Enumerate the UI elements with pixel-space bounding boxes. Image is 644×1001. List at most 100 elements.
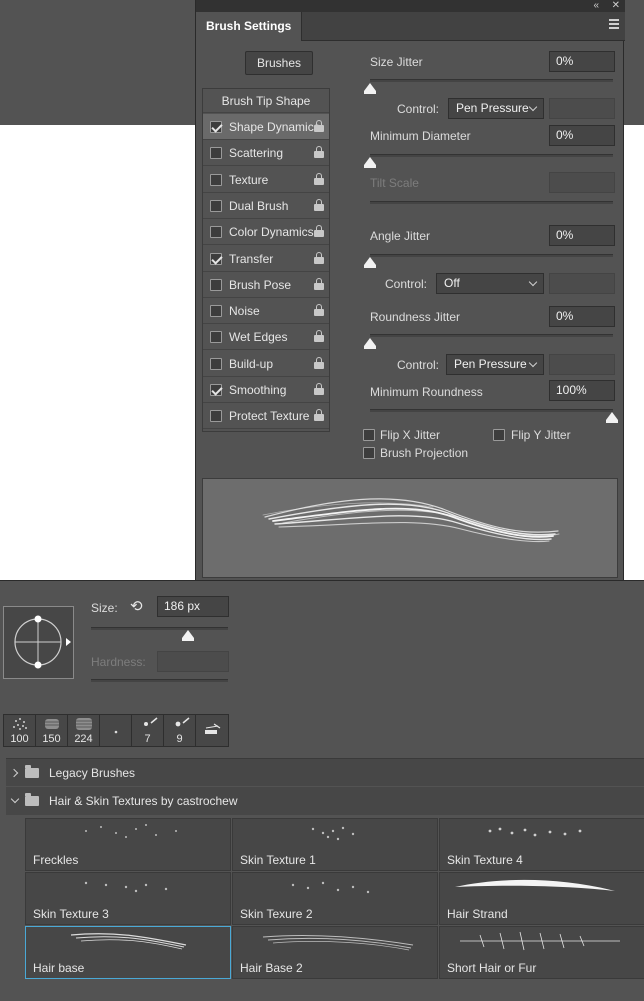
- lock-icon[interactable]: [314, 356, 324, 369]
- option-checkbox[interactable]: [210, 252, 222, 265]
- preset-brush[interactable]: 9: [164, 715, 196, 746]
- brush-option-texture[interactable]: Texture: [203, 167, 329, 193]
- brush-preset-name: Hair Strand: [447, 907, 508, 921]
- brush-tip-shape-item[interactable]: Brush Tip Shape: [203, 89, 329, 113]
- angle-control-select[interactable]: Off: [436, 273, 544, 294]
- lock-icon[interactable]: [314, 198, 324, 211]
- brush-option-brush-pose[interactable]: Brush Pose: [203, 272, 329, 298]
- angle-jitter-slider[interactable]: [370, 254, 613, 257]
- option-checkbox[interactable]: [210, 305, 222, 318]
- preset-size: 150: [42, 733, 61, 745]
- angle-jitter-slider-thumb[interactable]: [364, 257, 376, 268]
- lock-icon[interactable]: [314, 225, 324, 238]
- min-diameter-slider-thumb[interactable]: [364, 157, 376, 168]
- brush-preset-item[interactable]: Hair Base 2: [232, 926, 438, 979]
- close-icon[interactable]: ✕: [612, 0, 620, 12]
- round-brush-icon: [114, 730, 118, 734]
- preset-brush[interactable]: 100: [4, 715, 36, 746]
- preset-brush[interactable]: [100, 715, 132, 746]
- preset-brush[interactable]: 7: [132, 715, 164, 746]
- option-checkbox[interactable]: [210, 410, 222, 423]
- lock-icon[interactable]: [314, 251, 324, 264]
- option-label: Shape Dynamics: [229, 120, 320, 134]
- lock-icon[interactable]: [314, 172, 324, 185]
- preset-brush[interactable]: 224: [68, 715, 100, 746]
- brush-option-build-up[interactable]: Build-up: [203, 351, 329, 377]
- folder-open-icon: [25, 793, 39, 806]
- chevron-down-icon[interactable]: [10, 794, 20, 804]
- brush-option-transfer[interactable]: Transfer: [203, 246, 329, 272]
- size-field[interactable]: 186 px: [157, 596, 229, 617]
- roundness-jitter-slider-thumb[interactable]: [364, 338, 376, 349]
- brush-group-legacy[interactable]: Legacy Brushes: [6, 758, 644, 786]
- option-checkbox[interactable]: [210, 121, 222, 133]
- size-slider[interactable]: [91, 627, 228, 630]
- brush-settings-panel: « ✕ Brush Settings Brushes Brush Tip Sha…: [195, 0, 625, 580]
- size-jitter-slider[interactable]: [370, 79, 613, 82]
- collapse-icon[interactable]: «: [593, 0, 599, 12]
- tab-brush-settings[interactable]: Brush Settings: [196, 12, 303, 41]
- brush-option-shape-dynamics[interactable]: Shape Dynamics: [203, 114, 329, 140]
- chevron-right-icon[interactable]: [9, 768, 19, 778]
- lock-icon[interactable]: [314, 146, 324, 159]
- brush-preset-item[interactable]: Freckles: [25, 818, 231, 871]
- brush-preset-item[interactable]: Skin Texture 1: [232, 818, 438, 871]
- option-checkbox[interactable]: [210, 357, 222, 370]
- panel-menu-icon[interactable]: [609, 19, 619, 29]
- chevron-down-icon: [528, 277, 538, 287]
- lock-icon[interactable]: [314, 330, 324, 343]
- option-checkbox[interactable]: [210, 147, 222, 160]
- brush-preset-name: Hair base: [33, 961, 85, 975]
- brush-preset-item[interactable]: Skin Texture 3: [25, 872, 231, 925]
- roundness-jitter-field[interactable]: 0%: [549, 306, 615, 327]
- brush-stroke-thumbnail: [460, 931, 620, 951]
- brush-tip-preview[interactable]: [3, 606, 74, 679]
- size-jitter-slider-thumb[interactable]: [364, 83, 376, 94]
- flip-y-label: Flip Y Jitter: [511, 428, 571, 442]
- brush-preset-item[interactable]: Skin Texture 4: [439, 818, 644, 871]
- brush-group-hair-skin[interactable]: Hair & Skin Textures by castrochew: [6, 787, 644, 815]
- min-diameter-field[interactable]: 0%: [549, 125, 615, 146]
- brush-option-color-dynamics[interactable]: Color Dynamics: [203, 219, 329, 246]
- flip-y-checkbox[interactable]: [493, 429, 505, 441]
- brush-option-wet-edges[interactable]: Wet Edges: [203, 324, 329, 351]
- option-checkbox[interactable]: [210, 331, 222, 344]
- size-slider-thumb[interactable]: [182, 630, 194, 641]
- preset-brush[interactable]: 150: [36, 715, 68, 746]
- brush-projection-checkbox[interactable]: [363, 447, 375, 459]
- size-control-select[interactable]: Pen Pressure: [448, 98, 544, 119]
- lock-icon[interactable]: [314, 409, 324, 422]
- brush-preset-item[interactable]: Hair base: [25, 926, 231, 979]
- brush-option-noise[interactable]: Noise: [203, 298, 329, 325]
- brush-preset-item[interactable]: Skin Texure 2: [232, 872, 438, 925]
- brushes-button[interactable]: Brushes: [245, 51, 313, 75]
- size-jitter-field[interactable]: 0%: [549, 51, 615, 72]
- min-roundness-field[interactable]: 100%: [549, 380, 615, 401]
- brush-option-smoothing[interactable]: Smoothing: [203, 377, 329, 403]
- lock-icon[interactable]: [314, 383, 324, 395]
- min-diameter-slider[interactable]: [370, 154, 613, 157]
- flip-x-checkbox[interactable]: [363, 429, 375, 441]
- option-checkbox[interactable]: [210, 173, 222, 186]
- brush-preset-name: Skin Texure 2: [240, 907, 313, 921]
- option-checkbox[interactable]: [210, 226, 222, 239]
- brush-preset-item[interactable]: Hair Strand: [439, 872, 644, 925]
- brush-option-protect-texture[interactable]: Protect Texture: [203, 403, 329, 430]
- lock-icon[interactable]: [314, 120, 324, 132]
- roundness-control-value: Pen Pressure: [454, 357, 527, 371]
- option-checkbox[interactable]: [210, 384, 222, 396]
- option-checkbox[interactable]: [210, 278, 222, 291]
- lock-icon[interactable]: [314, 304, 324, 317]
- option-checkbox[interactable]: [210, 199, 222, 212]
- min-roundness-slider[interactable]: [370, 409, 613, 412]
- angle-jitter-field[interactable]: 0%: [549, 225, 615, 246]
- preset-brush[interactable]: [196, 715, 228, 746]
- roundness-jitter-slider[interactable]: [370, 334, 613, 337]
- brush-option-scattering[interactable]: Scattering: [203, 140, 329, 167]
- min-roundness-slider-thumb[interactable]: [606, 412, 618, 423]
- brush-preset-item[interactable]: Short Hair or Fur: [439, 926, 644, 979]
- brush-option-dual-brush[interactable]: Dual Brush: [203, 193, 329, 219]
- reset-size-icon[interactable]: ⟲: [130, 597, 143, 615]
- roundness-control-select[interactable]: Pen Pressure: [446, 354, 544, 375]
- lock-icon[interactable]: [314, 277, 324, 290]
